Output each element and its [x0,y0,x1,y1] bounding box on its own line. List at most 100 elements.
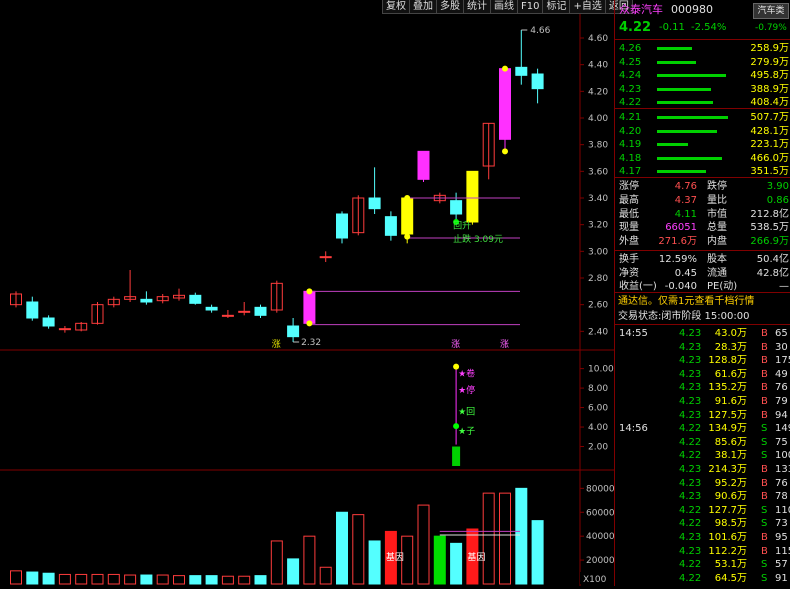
tick-side: S [761,518,768,530]
bids-row: 4.20 428.1万 [615,125,790,138]
candle-body [58,328,71,331]
volume-bar [368,540,381,585]
stats-row: 最低 4.11 市值 212.8亿 [615,208,790,221]
signal-dot [306,288,313,295]
price-tick-label: 4.00 [588,114,608,124]
stat-label: 最低 [619,208,639,220]
low-label: 2.32 [301,338,321,348]
stat-label: 流通 [707,267,727,279]
book-price: 4.24 [619,70,642,82]
candle-body [384,216,397,236]
last-price: 4.22 [619,20,652,35]
price-tick-label: 3.60 [588,167,608,177]
candle-body [42,317,55,327]
toolbar-button-0[interactable]: 复权 [382,0,410,14]
volume-bar [270,540,283,585]
book-volume: 279.9万 [750,56,789,68]
tick-price: 4.23 [679,328,702,339]
signal-text: 回升 [453,221,471,232]
toolbar-button-6[interactable]: 标记 [542,0,571,14]
book-volume-bar [657,101,714,105]
tick-price: 4.23 [679,464,702,475]
tick-count: 133 [775,464,790,475]
book-volume: 223.1万 [750,139,789,151]
tick-count: 115 [775,545,790,557]
signal-dot [404,233,411,240]
candle-body [466,170,479,223]
tick-volume: 90.6万 [714,491,747,503]
bids-row: 4.19 223.1万 [615,138,790,151]
book-volume-bar [657,116,728,119]
tick-count: 30 [775,341,788,353]
book-volume: 495.8万 [750,70,789,82]
stat-label: 市值 [707,208,727,220]
kline-chart[interactable]: 4.60 4.40 4.20 4.00 3.80 3.60 3.40 3.20 3.00 2.80… [0,14,615,586]
candle-body [401,197,414,235]
tick-side: B [761,328,768,339]
tick-side: S [761,572,768,584]
candle-body [368,197,381,210]
tick-row: 4.23 127.5万 B 94 [615,409,790,422]
sector-button[interactable]: 汽车类 [753,3,789,19]
candle-body [319,256,332,259]
volume-bar [91,573,104,585]
vol-tick-label: 60000 [586,508,614,518]
chart-toolbar: 复权 叠加 多股 统计 画线 F10 标记 +自选 返回 [382,0,633,14]
toolbar-button-2[interactable]: 多股 [436,0,464,14]
book-volume: 258.9万 [750,43,789,54]
volume-bar [499,492,511,585]
high-label: 4.66 [530,26,550,36]
price-tick-label: 4.20 [588,87,608,97]
candle-body [515,66,528,76]
mid-tick-label: 10.00 [588,365,614,375]
stat-value: 212.8亿 [750,208,789,220]
stat-label: 股本 [707,254,727,265]
volume-bar [254,575,267,585]
tick-count: 49 [775,368,788,380]
tick-row: 4.22 53.1万 S 57 [615,558,790,571]
stat-value: 4.37 [674,194,697,206]
book-price: 4.18 [619,152,642,164]
price-tick-label: 3.00 [588,247,608,257]
tick-volume: 53.1万 [714,559,747,571]
tick-price: 4.22 [679,559,702,571]
sector-change-pct: -0.79% [755,23,787,33]
toolbar-button-3[interactable]: 统计 [463,0,491,14]
tick-row: 4.23 101.6万 B 95 [615,531,790,544]
tick-volume: 127.7万 [708,504,747,516]
tick-side: S [761,450,768,462]
promo-text[interactable]: 通达信。仅需1元查看千档行情 [618,295,754,309]
volume-bar [238,575,251,585]
stats2-row: 换手 12.59% 股本 50.4亿 [615,253,790,266]
stat-value: 271.6万 [658,236,697,248]
tick-price: 4.22 [679,504,702,516]
tick-volume: 43.0万 [714,328,747,339]
tick-count: 95 [775,532,788,543]
candle-body [205,306,218,311]
tick-side: B [761,532,768,543]
book-volume-bar [657,170,706,174]
candle-body [221,314,234,317]
promo-link[interactable]: 通达信。仅需1元查看千档行情 [615,295,790,309]
volume-bar [352,514,365,585]
volume-bar [287,558,300,585]
toolbar-button-4[interactable]: 画线 [490,0,518,14]
toolbar-button-5[interactable]: F10 [517,0,544,14]
tick-volume: 101.6万 [708,532,747,543]
tick-row: 14:55 4.23 43.0万 B 65 [615,327,790,340]
toolbar-button-1[interactable]: 叠加 [409,0,437,14]
stock-header: 众泰汽车 000980 汽车类 [615,2,790,19]
mid-tick-label: 4.00 [588,423,608,433]
tick-volume: 98.5万 [714,518,747,530]
tick-volume: 91.6万 [714,396,747,407]
toolbar-button-7[interactable]: +自选 [569,0,606,14]
stat-value: 3.90 [766,181,789,192]
book-price: 4.20 [619,125,642,137]
tick-volume: 61.6万 [714,368,747,380]
volume-bar [433,535,446,585]
kline-chart-svg[interactable]: 4.60 4.40 4.20 4.00 3.80 3.60 3.40 3.20 3.00 2.80… [0,14,615,586]
tick-volume: 135.2万 [708,382,747,394]
signal-dot [404,195,411,201]
candle-body [450,200,463,215]
signal-marker: 涨 [272,339,281,350]
